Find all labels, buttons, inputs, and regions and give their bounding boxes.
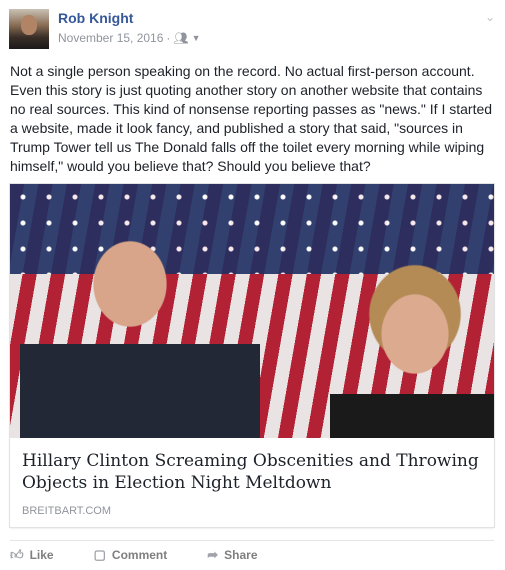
author-name[interactable]: Rob Knight bbox=[58, 10, 133, 26]
post-date[interactable]: November 15, 2016 bbox=[58, 31, 163, 45]
actions-divider bbox=[10, 540, 494, 541]
thumbs-up-icon: 👍︎ bbox=[10, 547, 24, 562]
post-text: Not a single person speaking on the reco… bbox=[10, 63, 493, 174]
like-label: Like bbox=[29, 548, 54, 562]
post-actions: 👍︎ Like ▢ Comment ➦ Share bbox=[10, 547, 258, 563]
photo-person-right bbox=[330, 244, 494, 438]
link-preview-card[interactable]: Hillary Clinton Screaming Obscenities an… bbox=[10, 184, 494, 527]
author-avatar[interactable] bbox=[9, 9, 49, 49]
audience-dropdown-icon[interactable]: ▼ bbox=[192, 33, 201, 43]
post-meta: November 15, 2016 · 👥︎ ▼ bbox=[58, 31, 201, 45]
photo-person-left bbox=[20, 204, 260, 438]
comment-label: Comment bbox=[111, 548, 168, 562]
link-preview-image[interactable] bbox=[10, 184, 494, 438]
share-button[interactable]: ➦ Share bbox=[207, 547, 257, 563]
link-headline[interactable]: Hillary Clinton Screaming Obscenities an… bbox=[22, 450, 482, 494]
post-options-chevron-icon[interactable]: ⌄ bbox=[485, 10, 495, 24]
like-button[interactable]: 👍︎ Like bbox=[10, 547, 54, 563]
share-label: Share bbox=[224, 548, 258, 562]
comment-icon: ▢ bbox=[93, 547, 106, 562]
friends-icon[interactable]: 👥︎ bbox=[173, 31, 188, 45]
comment-button[interactable]: ▢ Comment bbox=[94, 547, 168, 563]
link-domain: BREITBART.COM bbox=[22, 505, 112, 517]
meta-separator: · bbox=[166, 31, 171, 45]
share-arrow-icon: ➦ bbox=[207, 547, 219, 562]
